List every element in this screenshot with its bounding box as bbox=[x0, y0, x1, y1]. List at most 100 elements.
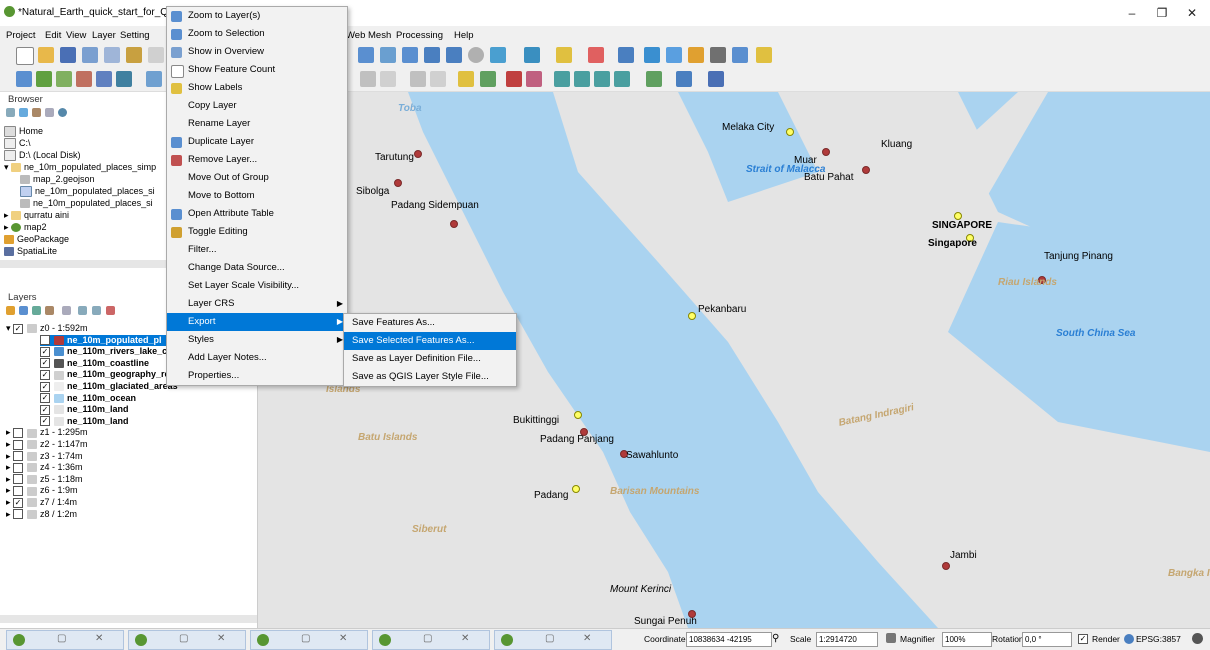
layers-scrollbar[interactable] bbox=[0, 615, 257, 623]
extents-toggle-icon[interactable]: ⚲ bbox=[772, 633, 779, 644]
layer-visibility-checkbox[interactable] bbox=[13, 474, 24, 485]
minimize-button[interactable]: – bbox=[1120, 4, 1144, 22]
zoom-last-icon[interactable] bbox=[424, 47, 440, 63]
expand-all-icon[interactable] bbox=[78, 306, 87, 315]
add-raster-icon[interactable] bbox=[36, 71, 52, 87]
expand-arrow-icon[interactable]: ▸ bbox=[6, 439, 13, 449]
restore-button[interactable]: ❐ bbox=[1150, 4, 1174, 22]
layer-visibility-checkbox[interactable]: ✓ bbox=[40, 335, 50, 346]
label-show-icon[interactable] bbox=[506, 71, 522, 87]
close-button[interactable]: ✕ bbox=[1180, 4, 1204, 22]
layer-row[interactable]: ▸ z4 - 1:36m bbox=[6, 462, 83, 473]
context-menu-item[interactable]: Copy Layer bbox=[167, 97, 347, 115]
close-icon[interactable]: ✕ bbox=[461, 633, 469, 644]
browser-item-geojson[interactable]: map_2.geojson bbox=[20, 174, 95, 185]
context-menu-item[interactable]: Set Layer Scale Visibility... bbox=[167, 277, 347, 295]
measure-icon[interactable] bbox=[732, 47, 748, 63]
select-location-icon[interactable] bbox=[618, 47, 634, 63]
layer-visibility-checkbox[interactable]: ✓ bbox=[40, 393, 50, 404]
context-menu-item[interactable]: Zoom to Selection bbox=[167, 25, 347, 43]
layer-visibility-checkbox[interactable] bbox=[13, 486, 24, 497]
context-menu-item[interactable]: Layer CRS ▶ bbox=[167, 295, 347, 313]
temporal-icon[interactable] bbox=[468, 47, 484, 63]
save-selected-features-as-item[interactable]: Save Selected Features As... bbox=[344, 332, 516, 350]
expand-arrow-icon[interactable]: ▸ bbox=[4, 222, 11, 232]
layer-row[interactable]: ▸ z5 - 1:18m bbox=[6, 474, 83, 485]
save-layer-definition-item[interactable]: Save as Layer Definition File... bbox=[344, 350, 516, 368]
python-icon[interactable] bbox=[676, 71, 692, 87]
save-features-as-item[interactable]: Save Features As... bbox=[344, 314, 516, 332]
diagram-move-icon[interactable] bbox=[614, 71, 630, 87]
layout-manager-icon[interactable] bbox=[104, 47, 120, 63]
zoom-full-icon[interactable] bbox=[358, 47, 374, 63]
coordinate-input[interactable]: 10838634 -42195 bbox=[686, 632, 772, 647]
menu-layer[interactable]: Layer bbox=[92, 30, 116, 41]
restore-icon[interactable]: ▢ bbox=[57, 633, 66, 644]
label-rotate-icon[interactable] bbox=[554, 71, 570, 87]
layer-row[interactable]: ▸ z6 - 1:9m bbox=[6, 485, 78, 497]
statistics-icon[interactable] bbox=[710, 47, 726, 63]
render-checkbox[interactable]: ✓ bbox=[1078, 634, 1088, 644]
context-menu-item[interactable]: Toggle Editing bbox=[167, 223, 347, 241]
map-tips-icon[interactable] bbox=[756, 47, 772, 63]
messages-icon[interactable] bbox=[1192, 633, 1203, 644]
zoom-native-icon[interactable] bbox=[402, 47, 418, 63]
expand-arrow-icon[interactable]: ▾ bbox=[4, 162, 11, 172]
layer-visibility-checkbox[interactable]: ✓ bbox=[13, 497, 24, 508]
properties-icon[interactable] bbox=[58, 108, 67, 117]
layer-visibility-checkbox[interactable]: ✓ bbox=[40, 404, 50, 415]
add-selected-icon[interactable] bbox=[6, 108, 15, 117]
diagram-icon[interactable] bbox=[594, 71, 610, 87]
close-icon[interactable]: ✕ bbox=[339, 633, 347, 644]
menu-web[interactable]: Web bbox=[346, 30, 365, 41]
pan-icon[interactable] bbox=[148, 47, 164, 63]
browser-item-spatialite[interactable]: SpatiaLite bbox=[4, 246, 57, 257]
collapse-layers-icon[interactable] bbox=[92, 306, 101, 315]
context-menu-item[interactable]: Export ▶ bbox=[167, 313, 347, 331]
context-menu-item[interactable]: Open Attribute Table bbox=[167, 205, 347, 223]
label-change-icon[interactable] bbox=[574, 71, 590, 87]
layer-row[interactable]: ▾ ✓ z0 - 1:592m bbox=[6, 323, 88, 334]
add-spatialite-icon[interactable] bbox=[76, 71, 92, 87]
add-wms-icon[interactable] bbox=[116, 71, 132, 87]
label-tool-icon[interactable] bbox=[458, 71, 474, 87]
context-menu-item[interactable]: Rename Layer bbox=[167, 115, 347, 133]
filter-expression-icon[interactable] bbox=[62, 306, 71, 315]
save-qgis-style-item[interactable]: Save as QGIS Layer Style File... bbox=[344, 368, 516, 386]
layer-row[interactable]: ✓ ne_110m_rivers_lake_c bbox=[40, 346, 167, 357]
layer-visibility-checkbox[interactable]: ✓ bbox=[40, 416, 50, 427]
browser-item-c-drive[interactable]: C:\ bbox=[4, 138, 31, 150]
layer-visibility-checkbox[interactable] bbox=[13, 509, 24, 520]
browser-item-qurratu[interactable]: ▸ qurratu aini bbox=[4, 210, 69, 221]
layer-row[interactable]: ▸ z1 - 1:295m bbox=[6, 427, 88, 439]
layer-visibility-checkbox[interactable] bbox=[13, 439, 24, 450]
layer-row[interactable]: ▸ ✓ z7 / 1:4m bbox=[6, 497, 77, 508]
menu-help[interactable]: Help bbox=[454, 30, 474, 41]
collapse-all-icon[interactable] bbox=[45, 108, 54, 117]
layer-row[interactable]: ✓ ne_110m_land bbox=[40, 416, 129, 427]
taskbar-window-2[interactable]: ▢ ✕ bbox=[128, 630, 246, 650]
layer-visibility-checkbox[interactable] bbox=[13, 451, 24, 462]
context-menu-item[interactable]: Remove Layer... bbox=[167, 151, 347, 169]
expand-arrow-icon[interactable]: ▸ bbox=[6, 497, 13, 507]
taskbar-window-4[interactable]: ▢ ✕ bbox=[372, 630, 490, 650]
add-delimited-icon[interactable] bbox=[56, 71, 72, 87]
layer-row[interactable]: ✓ ne_110m_glaciated_areas bbox=[40, 381, 178, 392]
field-calculator-icon[interactable] bbox=[666, 47, 682, 63]
menu-mesh[interactable]: Mesh bbox=[368, 30, 391, 41]
taskbar-window-1[interactable]: ▢ ✕ bbox=[6, 630, 124, 650]
save-edits-icon[interactable] bbox=[380, 71, 396, 87]
layer-visibility-checkbox[interactable] bbox=[13, 428, 24, 439]
context-menu-item[interactable]: Filter... bbox=[167, 241, 347, 259]
menu-view[interactable]: View bbox=[66, 30, 86, 41]
save-project-icon[interactable] bbox=[60, 47, 76, 63]
expand-arrow-icon[interactable]: ▸ bbox=[4, 210, 11, 220]
zoom-next-icon[interactable] bbox=[446, 47, 462, 63]
label-pin-icon[interactable] bbox=[480, 71, 496, 87]
add-group-icon[interactable] bbox=[19, 306, 28, 315]
context-menu-item[interactable]: Duplicate Layer bbox=[167, 133, 347, 151]
add-postgis-icon[interactable] bbox=[96, 71, 112, 87]
deselect-icon[interactable] bbox=[588, 47, 604, 63]
filter-browser-icon[interactable] bbox=[32, 108, 41, 117]
open-project-icon[interactable] bbox=[38, 47, 54, 63]
